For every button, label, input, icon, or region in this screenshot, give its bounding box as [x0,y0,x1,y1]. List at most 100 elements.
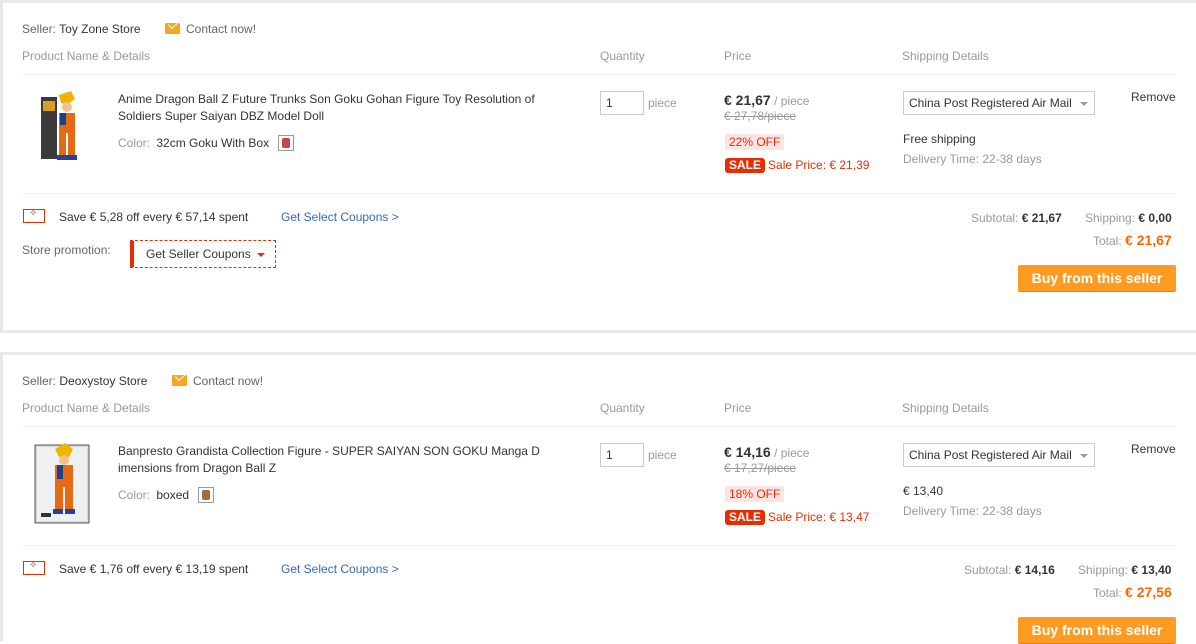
get-seller-coupons-dropdown[interactable]: Get Seller Coupons [130,240,276,268]
chevron-down-icon [1080,102,1088,106]
total-line: Total: € 27,56 [1093,584,1172,600]
shipping-cost: Free shipping [903,132,976,146]
quantity-unit: piece [648,448,677,462]
buy-from-seller-button[interactable]: Buy from this seller [1018,617,1176,644]
divider [23,74,1176,75]
header-product: Product Name & Details [22,49,151,63]
original-price: € 27,78/piece [724,109,797,123]
contact-link[interactable]: Contact now! [165,22,256,36]
sale-line: SALE Sale Price: € 13,47 [725,510,869,525]
shipping-label: Shipping: [1085,211,1136,225]
price-unit: / piece [774,446,810,460]
quantity-unit: piece [648,96,677,110]
header-shipping: Shipping Details [902,49,989,63]
product-color: Color: boxed [118,487,215,503]
price-unit: / piece [774,94,810,108]
header-shipping: Shipping Details [902,401,989,415]
divider [23,193,1176,194]
color-value: 32cm Goku With Box [156,136,270,150]
original-price: € 17,27/piece [724,461,797,475]
shipping-total-value: € 0,00 [1138,211,1172,225]
price-line: € 21,67 / piece [724,92,809,108]
quantity-input[interactable]: 1 [600,91,644,115]
color-swatch [198,487,215,503]
sale-price: Sale Price: € 21,39 [768,158,870,172]
header-price: Price [724,401,752,415]
total-value: € 21,67 [1125,232,1172,248]
mail-icon [172,375,187,386]
coupon-text: Save € 1,76 off every € 13,19 spent [59,562,249,576]
seller-line: Seller: Toy Zone Store [22,22,141,36]
shipping-method-value: China Post Registered Air Mail [909,96,1072,110]
subtotal-value: € 21,67 [1021,211,1062,225]
total-label: Total: [1093,234,1122,248]
seller-card: Seller: Deoxystoy Store Contact now! Pro… [0,352,1196,644]
seller-name-link[interactable]: Deoxystoy Store [59,374,147,388]
sale-price: Sale Price: € 13,47 [768,510,870,524]
color-label: Color: [118,488,151,502]
product-details: Anime Dragon Ball Z Future Trunks Son Go… [118,91,542,125]
remove-button[interactable]: Remove [1131,442,1176,456]
shipping-method-select[interactable]: China Post Registered Air Mail [903,91,1095,115]
total-value: € 27,56 [1125,584,1172,600]
subtotal-line: Subtotal: € 14,16 [964,563,1055,577]
delivery-time: Delivery Time: 22-38 days [903,152,1042,166]
header-quantity: Quantity [600,401,645,415]
total-line: Total: € 21,67 [1093,232,1172,248]
price-line: € 14,16 / piece [724,444,809,460]
discount-badge: 18% OFF [725,486,785,502]
coupon-icon [23,208,45,223]
product-image[interactable] [31,91,93,173]
coupon-icon [23,560,45,575]
subtotal-value: € 14,16 [1014,563,1055,577]
seller-card: Seller: Toy Zone Store Contact now! Prod… [0,0,1196,333]
shipping-total-line: Shipping: € 13,40 [1078,563,1171,577]
seller-name-link[interactable]: Toy Zone Store [59,22,140,36]
product-title-link[interactable]: Anime Dragon Ball Z Future Trunks Son Go… [118,91,542,125]
shipping-method-value: China Post Registered Air Mail [909,448,1072,462]
shipping-total-value: € 13,40 [1131,563,1172,577]
header-product: Product Name & Details [22,401,151,415]
sale-badge: SALE [725,158,766,173]
subtotal-line: Subtotal: € 21,67 [971,211,1062,225]
shipping-cost: € 13,40 [903,484,944,498]
divider [23,545,1176,546]
remove-button[interactable]: Remove [1131,90,1176,104]
seller-label: Seller: [22,22,57,36]
contact-label: Contact now! [186,22,257,36]
color-value: boxed [156,488,190,502]
color-swatch [278,135,295,151]
shipping-total-line: Shipping: € 0,00 [1085,211,1172,225]
buy-from-seller-button[interactable]: Buy from this seller [1018,265,1176,292]
mail-icon [165,23,180,34]
store-promotion-label: Store promotion: [22,243,111,257]
divider [23,426,1176,427]
product-title-link[interactable]: Banpresto Grandista Collection Figure - … [118,443,542,477]
unit-price: € 14,16 [724,444,771,460]
subtotal-label: Subtotal: [964,563,1012,577]
sale-line: SALE Sale Price: € 21,39 [725,158,869,173]
shipping-label: Shipping: [1078,563,1129,577]
get-select-coupons-link[interactable]: Get Select Coupons > [281,562,399,576]
sale-badge: SALE [725,510,766,525]
seller-label: Seller: [22,374,57,388]
discount-badge: 22% OFF [725,134,785,150]
chevron-down-icon [1080,454,1088,458]
seller-line: Seller: Deoxystoy Store [22,374,147,388]
coupon-text: Save € 5,28 off every € 57,14 spent [59,210,249,224]
chevron-down-icon [257,253,265,257]
product-details: Banpresto Grandista Collection Figure - … [118,443,542,477]
get-select-coupons-link[interactable]: Get Select Coupons > [281,210,399,224]
header-quantity: Quantity [600,49,645,63]
contact-link[interactable]: Contact now! [172,374,263,388]
get-seller-coupons-label: Get Seller Coupons [146,247,251,261]
subtotal-label: Subtotal: [971,211,1019,225]
product-image[interactable] [31,443,93,525]
total-label: Total: [1093,586,1122,600]
product-color: Color: 32cm Goku With Box [118,135,295,151]
delivery-time: Delivery Time: 22-38 days [903,504,1042,518]
shipping-method-select[interactable]: China Post Registered Air Mail [903,443,1095,467]
color-label: Color: [118,136,151,150]
header-price: Price [724,49,752,63]
quantity-input[interactable]: 1 [600,443,644,467]
